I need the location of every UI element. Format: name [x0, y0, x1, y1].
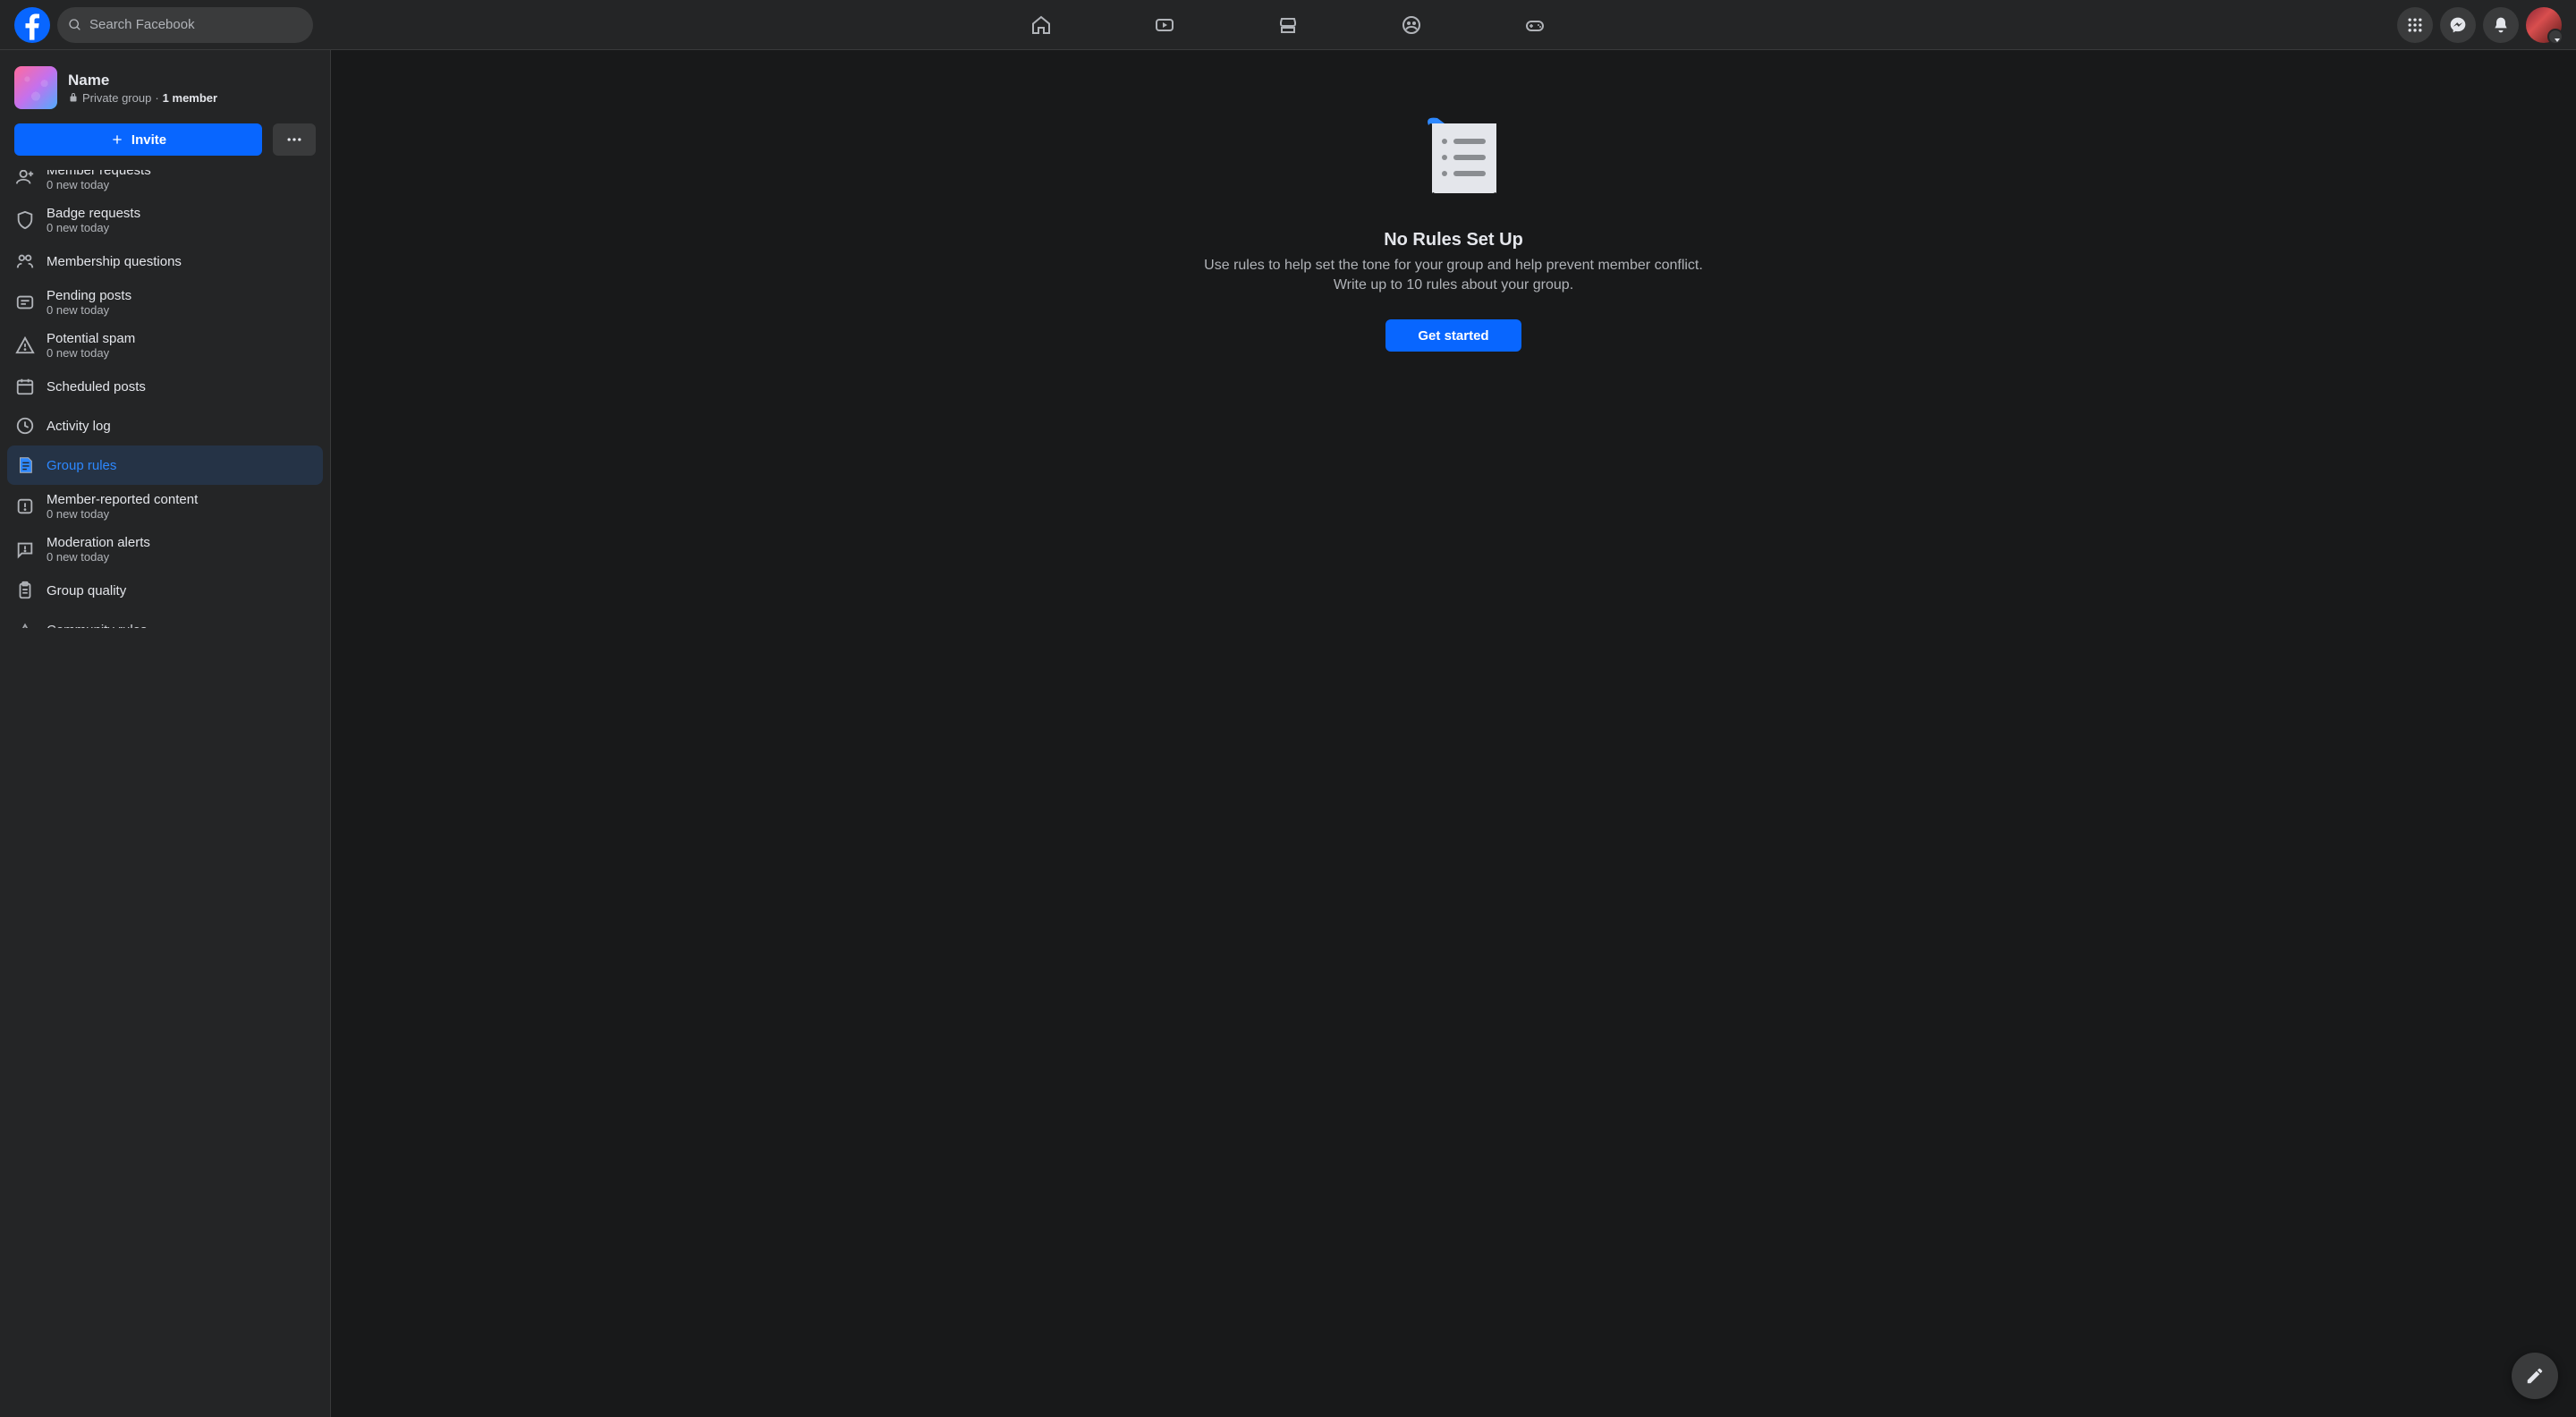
- messenger-icon: [2449, 16, 2467, 34]
- sidebar-item-label: Scheduled posts: [47, 379, 146, 395]
- sidebar-item-label: Activity log: [47, 419, 111, 434]
- sidebar-item-activity-log[interactable]: Activity log: [7, 406, 323, 445]
- sidebar-item-label: Badge requests: [47, 206, 140, 221]
- rules-icon: [14, 454, 36, 476]
- sidebar-item-label: Group quality: [47, 583, 126, 598]
- group-privacy: Private group: [82, 91, 151, 105]
- warning-icon: [14, 335, 36, 356]
- person-add-icon: [14, 170, 36, 188]
- get-started-button[interactable]: Get started: [1385, 319, 1521, 352]
- account-avatar[interactable]: [2526, 7, 2562, 43]
- plus-icon: [110, 132, 124, 147]
- clock-icon: [14, 415, 36, 437]
- marketplace-tab[interactable]: [1230, 0, 1346, 50]
- main-content: No Rules Set Up Use rules to help set th…: [331, 50, 2576, 1417]
- grid-icon: [2406, 16, 2424, 34]
- sidebar-item-membership-questions[interactable]: Membership questions: [7, 242, 323, 281]
- group-name[interactable]: Name: [68, 72, 217, 89]
- menu-grid-button[interactable]: [2397, 7, 2433, 43]
- search-bar[interactable]: [57, 7, 313, 43]
- sidebar-item-group-rules[interactable]: Group rules: [7, 445, 323, 485]
- group-thumbnail[interactable]: [14, 66, 57, 109]
- invite-button[interactable]: Invite: [14, 123, 262, 156]
- shield-icon: [14, 209, 36, 231]
- calendar-icon: [14, 376, 36, 397]
- bell-icon: [2492, 16, 2510, 34]
- sidebar-item-scheduled-posts[interactable]: Scheduled posts: [7, 367, 323, 406]
- alert-icon: [14, 539, 36, 560]
- sidebar-item-label: Membership questions: [47, 254, 182, 269]
- ellipsis-icon: [285, 131, 303, 148]
- groups-tab[interactable]: [1353, 0, 1470, 50]
- sidebar-item-label: Group rules: [47, 458, 116, 473]
- sidebar-item-subtext: 0 new today: [47, 221, 140, 234]
- sidebar-item-subtext: 0 new today: [47, 507, 198, 521]
- empty-state-description: Use rules to help set the tone for your …: [1190, 256, 1717, 294]
- sidebar-item-community-rules[interactable]: Community rules: [7, 610, 323, 628]
- sidebar-item-subtext: 0 new today: [47, 178, 151, 191]
- community-icon: [14, 619, 36, 628]
- report-icon: [14, 496, 36, 517]
- sidebar-item-label: Member-reported content: [47, 492, 198, 507]
- empty-state-title: No Rules Set Up: [1384, 230, 1523, 250]
- clipboard-icon: [14, 580, 36, 601]
- notifications-button[interactable]: [2483, 7, 2519, 43]
- sidebar-item-label: Member requests: [47, 170, 151, 178]
- sidebar-item-moderation-alerts[interactable]: Moderation alerts0 new today: [7, 528, 323, 571]
- admin-sidebar: Name Private group · 1 member Invite M: [0, 50, 331, 1417]
- sidebar-item-label: Moderation alerts: [47, 535, 150, 550]
- questions-icon: [14, 250, 36, 272]
- home-tab[interactable]: [983, 0, 1099, 50]
- facebook-logo[interactable]: [14, 7, 50, 43]
- messenger-button[interactable]: [2440, 7, 2476, 43]
- sidebar-item-label: Community rules: [47, 623, 148, 629]
- sidebar-item-pending-posts[interactable]: Pending posts0 new today: [7, 281, 323, 324]
- top-nav-bar: [0, 0, 2576, 50]
- search-icon: [68, 18, 82, 32]
- search-input[interactable]: [89, 17, 302, 32]
- sidebar-item-label: Potential spam: [47, 331, 135, 346]
- sidebar-item-label: Pending posts: [47, 288, 131, 303]
- sidebar-item-subtext: 0 new today: [47, 303, 131, 317]
- sidebar-item-potential-spam[interactable]: Potential spam0 new today: [7, 324, 323, 367]
- gaming-tab[interactable]: [1477, 0, 1593, 50]
- lock-icon: [68, 92, 79, 103]
- sidebar-item-group-quality[interactable]: Group quality: [7, 571, 323, 610]
- compose-fab[interactable]: [2512, 1353, 2558, 1399]
- edit-icon: [2525, 1366, 2545, 1386]
- empty-state-illustration: [1411, 115, 1496, 198]
- sidebar-item-subtext: 0 new today: [47, 550, 150, 564]
- more-options-button[interactable]: [273, 123, 316, 156]
- sidebar-item-member-reported-content[interactable]: Member-reported content0 new today: [7, 485, 323, 528]
- group-member-count: 1 member: [163, 91, 217, 105]
- group-meta: Private group · 1 member: [68, 91, 217, 105]
- video-tab[interactable]: [1106, 0, 1223, 50]
- sidebar-item-subtext: 0 new today: [47, 346, 135, 360]
- invite-button-label: Invite: [131, 132, 166, 148]
- sidebar-nav-list: Member requests0 new todayBadge requests…: [0, 170, 330, 628]
- pending-icon: [14, 292, 36, 313]
- sidebar-item-badge-requests[interactable]: Badge requests0 new today: [7, 199, 323, 242]
- chevron-down-icon: [2555, 38, 2560, 42]
- sidebar-item-member-requests[interactable]: Member requests0 new today: [7, 170, 323, 199]
